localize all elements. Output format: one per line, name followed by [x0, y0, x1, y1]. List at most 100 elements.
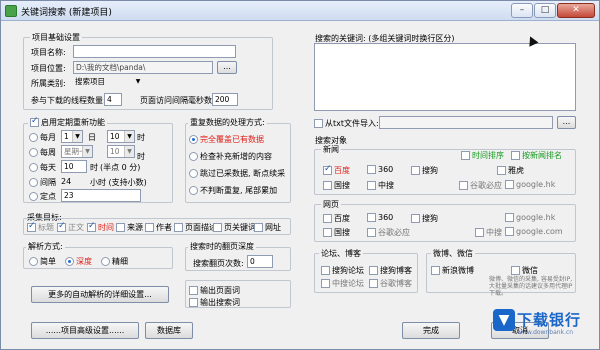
schedule-monthly-radio[interactable]: 每月	[29, 132, 56, 143]
target-title-checkbox[interactable]: 标题	[27, 221, 54, 233]
web-baidu-checkbox[interactable]: 百度	[323, 213, 350, 224]
target-desc-checkbox[interactable]: 页面描述	[174, 222, 217, 233]
web-zhongsou-checkbox[interactable]: 中搜	[475, 227, 502, 238]
checkbox-box	[323, 228, 332, 237]
dup-option-append[interactable]: 不判断重复, 尾部累加	[189, 185, 277, 196]
output-label: 输出搜索词	[200, 298, 240, 307]
database-button[interactable]: 数据库	[145, 322, 193, 339]
project-settings-legend: 项目基础设置	[30, 32, 82, 43]
category-select[interactable]: 搜索项目 ▼	[73, 76, 143, 89]
forum-sogou-bbs-checkbox[interactable]: 搜狗论坛	[321, 265, 364, 276]
pages-input[interactable]: 0	[247, 255, 273, 268]
project-name-input[interactable]	[73, 45, 236, 58]
dup-option-label: 不判断重复, 尾部累加	[200, 186, 278, 195]
radio-dot	[29, 163, 38, 172]
import-browse-button[interactable]: ...	[557, 116, 576, 129]
dup-option-skip[interactable]: 跳过已采数据, 断点续采	[189, 168, 285, 179]
checkbox-box	[116, 223, 125, 232]
web-guosou-checkbox[interactable]: 国搜	[323, 227, 350, 238]
delay-label: 页面访问间隔毫秒数:	[140, 96, 215, 105]
news-yahoo-checkbox[interactable]: 雅虎	[497, 165, 524, 176]
monthly-hour-value: 10	[110, 132, 120, 141]
parse-label: 简单	[40, 257, 56, 266]
checkbox-box	[511, 266, 520, 275]
news-google-bing-checkbox[interactable]: 谷歌必应	[459, 180, 502, 191]
weixin-checkbox[interactable]: 微信	[511, 265, 538, 276]
weekly-day-select[interactable]: 星期一 ▼	[61, 145, 93, 158]
web-google-bing-checkbox[interactable]: 谷歌必应	[367, 227, 410, 238]
threads-input[interactable]: 4	[104, 93, 122, 106]
parse-fine-radio[interactable]: 精细	[101, 256, 128, 267]
project-location-input[interactable]: D:\我的文档\panda\	[73, 61, 213, 74]
checkbox-box	[321, 266, 330, 275]
target-url-checkbox[interactable]: 网址	[254, 222, 281, 233]
monthly-day-select[interactable]: 1 ▼	[61, 130, 83, 143]
forum-legend: 论坛、博客	[319, 248, 363, 259]
target-body-checkbox[interactable]: 正文	[57, 221, 84, 233]
schedule-weekly-radio[interactable]: 每周	[29, 147, 56, 158]
news-guosou-checkbox[interactable]: 国搜	[323, 180, 350, 191]
interval-unit-label: 小时 (支持小数)	[90, 178, 147, 187]
web-360-checkbox[interactable]: 360	[367, 213, 393, 222]
output-search-words-checkbox[interactable]: 输出搜索词	[189, 297, 240, 308]
forum-google-blog-checkbox[interactable]: 谷歌博客	[369, 278, 412, 289]
news-rank-sort-checkbox[interactable]: 按新闻排名	[511, 150, 562, 161]
web-sogou-checkbox[interactable]: 搜狗	[411, 213, 438, 224]
dup-option-overwrite[interactable]: 完全覆盖已有数据	[189, 134, 264, 145]
schedule-interval-radio[interactable]: 间隔	[29, 177, 56, 188]
target-source-checkbox[interactable]: 来源	[116, 222, 143, 233]
parse-deep-radio[interactable]: 深度	[65, 256, 92, 267]
done-button[interactable]: 完成	[402, 322, 460, 339]
engine-label: 360	[378, 213, 394, 222]
weibo-sina-checkbox[interactable]: 新浪微博	[431, 265, 474, 276]
interval-label: 间隔	[40, 178, 56, 187]
chevron-down-icon: ▼	[72, 131, 82, 142]
checkbox-box	[57, 221, 66, 232]
close-button[interactable]: ✕	[557, 3, 595, 18]
checkbox-box	[411, 214, 420, 223]
monthly-hour-select[interactable]: 10 ▼	[107, 130, 135, 143]
more-parse-settings-button[interactable]: 更多的自动解析的详细设置...	[31, 286, 169, 303]
web-google-com-checkbox[interactable]: google.com	[505, 227, 563, 236]
target-author-checkbox[interactable]: 作者	[145, 222, 172, 233]
location-browse-button[interactable]: ...	[217, 61, 237, 74]
daily-sep-label: 时	[90, 163, 98, 172]
output-page-words-checkbox[interactable]: 输出页面词	[189, 285, 240, 296]
monthly-day-value: 1	[64, 132, 69, 141]
engine-label: google.com	[516, 227, 563, 236]
parse-simple-radio[interactable]: 简单	[29, 256, 56, 267]
target-time-checkbox[interactable]: 时间	[87, 221, 114, 233]
news-360-checkbox[interactable]: 360	[367, 165, 393, 174]
enable-schedule-checkbox[interactable]: 启用定期重新功能	[28, 116, 107, 128]
import-path-input[interactable]	[379, 116, 553, 129]
weekly-hour-select[interactable]: 10 ▼	[107, 145, 135, 158]
dup-option-check-new[interactable]: 检查补充新增的内容	[189, 151, 272, 162]
depth-legend: 搜索时的翻页深度	[188, 241, 256, 252]
web-google-hk-checkbox[interactable]: google.hk	[505, 213, 555, 222]
engine-label: 中搜	[486, 228, 502, 237]
news-sogou-checkbox[interactable]: 搜狗	[411, 165, 438, 176]
target-keywords-checkbox[interactable]: 页关键词	[213, 222, 256, 233]
engine-label: 搜狗	[422, 166, 438, 175]
maximize-button[interactable]: □	[534, 3, 556, 18]
advanced-settings-button[interactable]: ......项目高级设置......	[31, 322, 139, 339]
forum-label: 搜狗博客	[380, 266, 412, 275]
minimize-button[interactable]: –	[511, 3, 533, 18]
checkbox-box	[497, 166, 506, 175]
daily-hour-input[interactable]: 10	[61, 160, 87, 173]
schedule-fixed-radio[interactable]: 定点	[29, 191, 56, 202]
fixed-time-input[interactable]: 23	[61, 189, 141, 202]
engine-label: 国搜	[334, 228, 350, 237]
news-google-hk-checkbox[interactable]: google.hk	[505, 180, 555, 189]
news-baidu-checkbox[interactable]: 百度	[323, 164, 350, 176]
forum-sogou-blog-checkbox[interactable]: 搜狗博客	[369, 265, 412, 276]
keywords-textarea[interactable]	[314, 43, 576, 111]
delay-input[interactable]: 200	[212, 93, 238, 106]
news-zhongsou-checkbox[interactable]: 中搜	[367, 180, 394, 191]
radio-dot	[29, 148, 38, 157]
forum-zhongsou-bbs-checkbox[interactable]: 中搜论坛	[321, 278, 364, 289]
chevron-down-icon: ▼	[124, 131, 134, 142]
import-txt-checkbox[interactable]: 从txt文件导入:	[314, 118, 379, 129]
news-time-sort-checkbox[interactable]: 时间排序	[461, 150, 504, 161]
schedule-daily-radio[interactable]: 每天	[29, 162, 56, 173]
